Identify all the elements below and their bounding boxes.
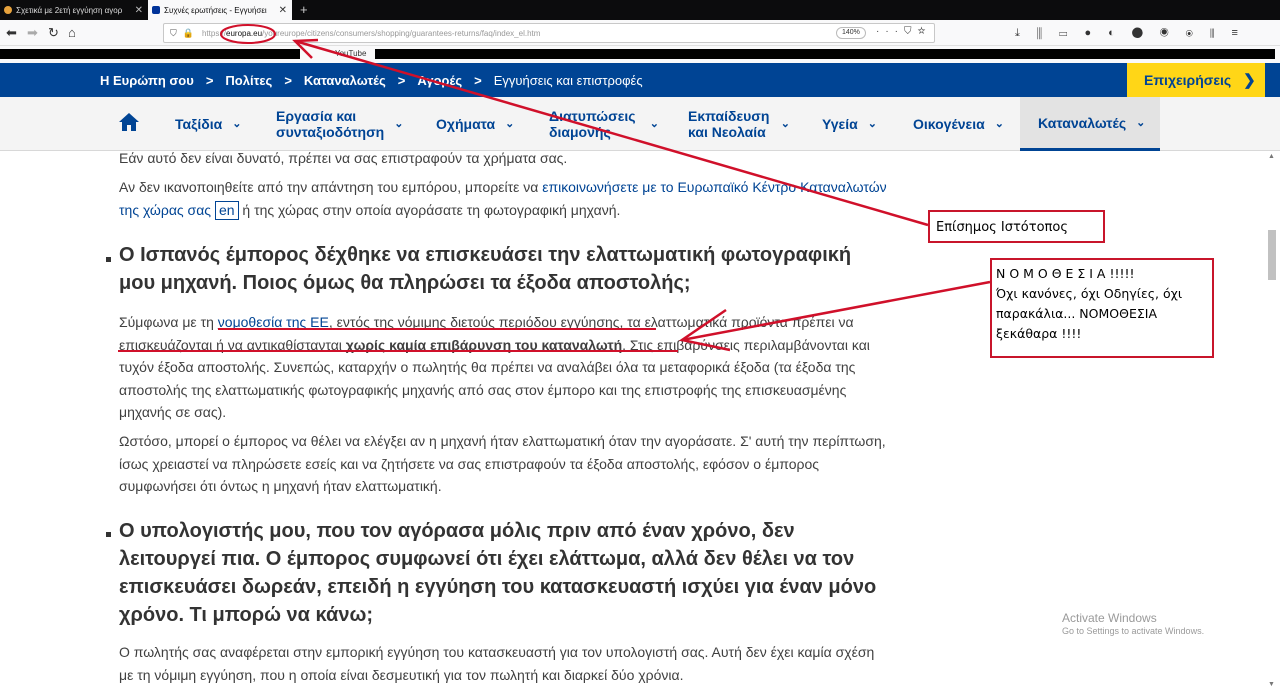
back-icon[interactable]: ⬅ — [6, 23, 17, 43]
watermark-subtitle: Go to Settings to activate Windows. — [1062, 626, 1205, 636]
legislation-callout: Ν Ο Μ Ο Θ Ε Σ Ι Α !!!!! Όχι κανόνες, όχι… — [990, 258, 1214, 358]
chevron-down-icon: ⌄ — [505, 118, 515, 130]
browser-tab[interactable]: Σχετικά με 2ετή εγγύηση αγορ ✕ — [0, 0, 148, 20]
chevron-down-icon: ⌄ — [1136, 116, 1146, 129]
business-label: Επιχειρήσεις — [1144, 72, 1232, 88]
breadcrumb-current: Εγγυήσεις και επιστροφές — [493, 73, 643, 88]
nav-item-family[interactable]: Οικογένεια ⌄ — [913, 97, 1004, 151]
reload-icon[interactable]: ↻ — [48, 23, 59, 43]
chevron-down-icon: ⌄ — [867, 118, 877, 130]
scroll-up-icon[interactable]: ▲ — [1268, 153, 1275, 160]
scrollbar-thumb[interactable] — [1268, 230, 1276, 280]
zoom-level[interactable]: 140% — [836, 27, 866, 39]
scroll-down-icon[interactable]: ▼ — [1268, 681, 1275, 688]
paragraph: Ο πωλητής σας αναφέρεται στην εμπορική ε… — [119, 644, 875, 683]
toolbar-extensions-icon[interactable]: ⤓ ⫼ ▭ ● ◐ ⬤ ◉ ⦿ ⫴ ≡ — [1015, 23, 1245, 43]
browser-tab-active[interactable]: Συχνές ερωτήσεις - Εγγυήσει ✕ — [148, 0, 292, 20]
bullet-icon — [106, 257, 111, 262]
annotation-underline — [118, 350, 678, 352]
close-tab-icon[interactable]: ✕ — [279, 5, 287, 16]
breadcrumb-separator-icon: > — [284, 73, 292, 88]
chevron-down-icon: ⌄ — [780, 118, 790, 130]
bullet-icon — [106, 532, 111, 537]
breadcrumb-bar: Η Ευρώπη σου > Πολίτες > Καταναλωτές > Α… — [0, 63, 1280, 97]
browser-tab-bar: Σχετικά με 2ετή εγγύηση αγορ ✕ Συχνές ερ… — [0, 0, 1280, 20]
breadcrumb-link[interactable]: Αγορές — [417, 73, 462, 88]
page-actions-icon[interactable]: ···⛉☆ — [876, 26, 932, 37]
new-tab-icon[interactable]: + — [300, 0, 308, 20]
breadcrumb-separator-icon: > — [205, 73, 214, 88]
redacted-bookmarks — [0, 49, 300, 59]
language-badge[interactable]: en — [214, 200, 239, 220]
nav-label: Οχήματα — [436, 116, 496, 132]
nav-item-residence[interactable]: Διατυπώσεις διαμονής ⌄ — [549, 97, 659, 151]
breadcrumb-link[interactable]: Η Ευρώπη σου — [100, 73, 194, 88]
question-heading: Ο υπολογιστής μου, που τον αγόρασα μόλις… — [119, 520, 877, 626]
windows-activation-watermark: Activate Windows Go to Settings to activ… — [1062, 611, 1204, 636]
address-bar[interactable]: ⛉ 🔒 https://europa.eu/youreurope/citizen… — [163, 23, 935, 43]
official-site-callout: Επίσημος Ιστότοπος — [928, 210, 1105, 243]
breadcrumb-link[interactable]: Καταναλωτές — [304, 73, 386, 88]
business-button[interactable]: Επιχειρήσεις ❯ — [1127, 63, 1265, 97]
main-navigation: Ταξίδια ⌄ Εργασία και συνταξιοδότηση ⌄ Οχή… — [0, 97, 1280, 151]
browser-toolbar: ⬅ ➡ ↻ ⌂ ⛉ 🔒 https://europa.eu/youreurope… — [0, 20, 1280, 46]
question-heading: Ο Ισπανός έμπορος δέχθηκε να επισκευάσει… — [119, 244, 852, 294]
paragraph: Ωστόσο, μπορεί ο έμπορος να θέλει να ελέ… — [119, 433, 886, 494]
paragraph: Αν δεν ικανοποιηθείτε από την απάντηση τ… — [119, 179, 887, 220]
url-text: https://europa.eu/youreurope/citizens/co… — [201, 28, 541, 38]
chevron-down-icon: ⌄ — [649, 118, 659, 130]
nav-item-work[interactable]: Εργασία και συνταξιοδότηση ⌄ — [276, 97, 404, 151]
breadcrumb-separator-icon: > — [397, 73, 406, 88]
breadcrumb-link[interactable]: Πολίτες — [225, 73, 272, 88]
nav-item-consumers[interactable]: Καταναλωτές ⌄ — [1020, 97, 1160, 151]
forward-icon[interactable]: ➡ — [27, 23, 38, 43]
nav-label: Οικογένεια — [913, 116, 985, 132]
redacted-bookmarks — [375, 49, 1275, 59]
nav-label: Υγεία — [822, 116, 858, 132]
shield-icon: ⛉ — [170, 27, 177, 38]
nav-label: Διατυπώσεις διαμονής — [549, 108, 636, 140]
home-icon[interactable] — [118, 112, 140, 132]
chevron-down-icon: ⌄ — [994, 118, 1004, 130]
chevron-right-icon: ❯ — [1243, 72, 1256, 89]
nav-item-health[interactable]: Υγεία ⌄ — [822, 97, 877, 151]
nav-label: Ταξίδια — [175, 116, 223, 132]
nav-item-education[interactable]: Εκπαίδευση και Νεολαία ⌄ — [688, 97, 790, 151]
nav-label: Εκπαίδευση και Νεολαία — [688, 108, 770, 140]
close-tab-icon[interactable]: ✕ — [135, 5, 143, 16]
paragraph: Εάν αυτό δεν είναι δυνατό, πρέπει να σας… — [119, 151, 568, 166]
chevron-down-icon: ⌄ — [394, 118, 404, 130]
tab-title: Συχνές ερωτήσεις - Εγγυήσει — [164, 5, 267, 15]
breadcrumb: Η Ευρώπη σου > Πολίτες > Καταναλωτές > Α… — [100, 73, 643, 88]
home-icon[interactable]: ⌂ — [68, 23, 76, 43]
eu-flag-icon — [152, 6, 160, 14]
watermark-title: Activate Windows — [1062, 611, 1157, 625]
nav-item-travel[interactable]: Ταξίδια ⌄ — [175, 97, 241, 151]
annotation-underline — [218, 328, 656, 330]
nav-label: Καταναλωτές — [1038, 114, 1127, 131]
chevron-down-icon: ⌄ — [232, 118, 242, 130]
breadcrumb-separator-icon: > — [474, 73, 482, 88]
nav-item-vehicles[interactable]: Οχήματα ⌄ — [436, 97, 514, 151]
tab-title: Σχετικά με 2ετή εγγύηση αγορ — [16, 5, 123, 15]
lock-icon: 🔒 — [182, 27, 194, 38]
bookmark-youtube[interactable]: YouTube — [335, 49, 366, 58]
nav-label: Εργασία και συνταξιοδότηση — [276, 108, 385, 140]
tab-favicon-icon — [4, 6, 12, 14]
